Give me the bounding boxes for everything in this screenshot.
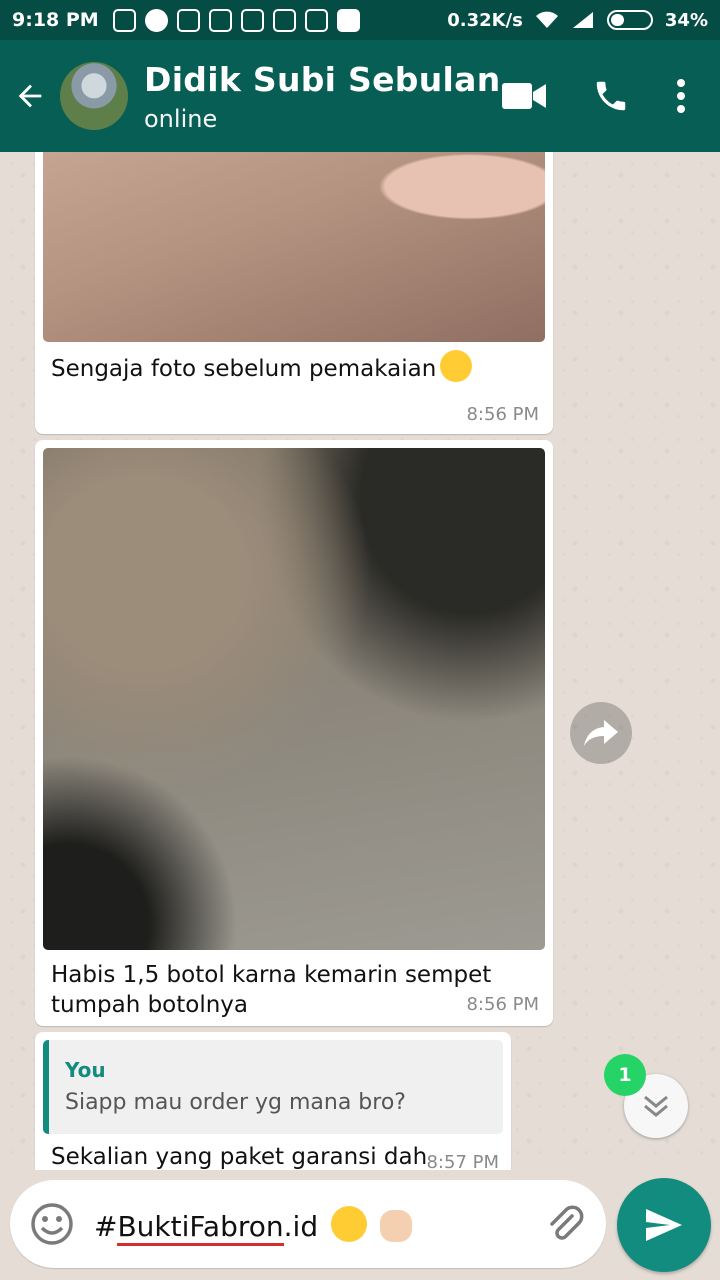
phone-icon[interactable]: [592, 77, 630, 115]
instagram-icon: [176, 8, 200, 32]
message-text: Sekalian yang paket garansi dah: [51, 1144, 428, 1170]
send-icon: [646, 1209, 682, 1241]
status-time: 9:18 PM: [12, 9, 99, 31]
message-time: 8:56 PM: [466, 404, 539, 425]
instagram-icon: [304, 8, 328, 32]
emoji-icon[interactable]: [30, 1202, 74, 1246]
network-speed: 0.32K/s: [447, 9, 523, 31]
message-time: 8:57 PM: [426, 1152, 499, 1170]
laughing-emoji-icon: [440, 350, 473, 382]
back-arrow-icon: [18, 84, 42, 108]
composer-bar: #BuktiFabron.id: [0, 1170, 720, 1280]
message-photo[interactable]: [43, 152, 545, 342]
message-input[interactable]: #BuktiFabron.id: [10, 1180, 606, 1268]
chat-header: Didik Subi Sebulan online: [0, 40, 720, 152]
line-icon: [336, 8, 360, 32]
signal-icon: [572, 12, 593, 28]
more-vert-icon[interactable]: [676, 78, 686, 114]
back-button[interactable]: [0, 79, 60, 113]
bbm-icon: [112, 8, 136, 32]
ok-hand-emoji-icon: [379, 1209, 412, 1242]
battery-percent: 34%: [664, 9, 708, 31]
message-bubble-image[interactable]: Habis 1,5 botol karna kemarin sempet tum…: [35, 440, 553, 1026]
contact-info[interactable]: Didik Subi Sebulan online: [144, 60, 502, 133]
avatar[interactable]: [60, 62, 128, 130]
message-caption: Sengaja foto sebelum pemakaian: [51, 350, 473, 384]
instagram-icon: [208, 8, 232, 32]
attachment-icon[interactable]: [542, 1202, 586, 1246]
message-bubble-reply[interactable]: You Siapp mau order yg mana bro? Sekalia…: [35, 1032, 511, 1170]
message-caption: Habis 1,5 botol karna kemarin sempet tum…: [51, 962, 492, 1018]
contact-name: Didik Subi Sebulan: [144, 59, 501, 99]
message-time: 8:56 PM: [466, 994, 539, 1015]
message-photo[interactable]: [43, 448, 545, 950]
video-call-icon[interactable]: [502, 81, 546, 111]
unread-count-badge: 1: [604, 1054, 646, 1096]
quote-author: You: [65, 1058, 106, 1082]
wifi-icon: [535, 11, 558, 28]
pinterest-icon: [144, 8, 168, 32]
notification-icons: [112, 8, 360, 32]
chat-area[interactable]: Sengaja foto sebelum pemakaian 8:56 PM H…: [0, 152, 720, 1170]
bbm-icon: [272, 8, 296, 32]
double-chevron-down-icon: [644, 1095, 668, 1117]
battery-icon: [606, 10, 653, 30]
quoted-message[interactable]: You Siapp mau order yg mana bro?: [43, 1040, 503, 1134]
contact-status: online: [144, 104, 218, 133]
share-forward-icon: [584, 720, 618, 746]
quote-text: Siapp mau order yg mana bro?: [65, 1090, 406, 1115]
sunglasses-emoji-icon: [331, 1205, 367, 1242]
message-bubble-image[interactable]: Sengaja foto sebelum pemakaian 8:56 PM: [35, 152, 553, 434]
status-bar: 9:18 PM 0.32K/s 34%: [0, 0, 720, 40]
bbm-icon: [240, 8, 264, 32]
forward-button[interactable]: [570, 702, 632, 764]
send-button[interactable]: [617, 1178, 711, 1272]
message-input-text[interactable]: #BuktiFabron.id: [94, 1205, 542, 1246]
